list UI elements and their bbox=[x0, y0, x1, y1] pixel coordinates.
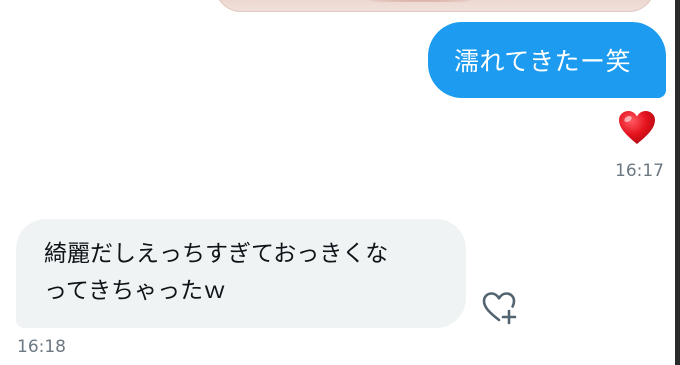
red-heart-icon[interactable] bbox=[618, 110, 656, 146]
outgoing-message-text: 濡れてきたー笑 bbox=[454, 47, 632, 76]
incoming-timestamp: 16:18 bbox=[17, 337, 66, 357]
media-attachment-edge[interactable] bbox=[215, 0, 655, 12]
outgoing-message-bubble[interactable]: 濡れてきたー笑 bbox=[428, 22, 666, 98]
outgoing-timestamp: 16:17 bbox=[615, 161, 664, 181]
scroll-edge bbox=[675, 0, 680, 365]
incoming-message-line-1: 綺麗だしえっちすぎておっきくな bbox=[44, 241, 389, 267]
heart-plus-icon-graphic bbox=[482, 292, 517, 325]
red-heart-icon-graphic bbox=[619, 111, 655, 144]
incoming-message-bubble[interactable]: 綺麗だしえっちすぎておっきくな ってきちゃったｗ bbox=[16, 219, 466, 328]
media-attachment-detail bbox=[365, 0, 475, 2]
incoming-message-line-2: ってきちゃったｗ bbox=[44, 278, 227, 304]
heart-plus-icon[interactable] bbox=[481, 290, 519, 326]
